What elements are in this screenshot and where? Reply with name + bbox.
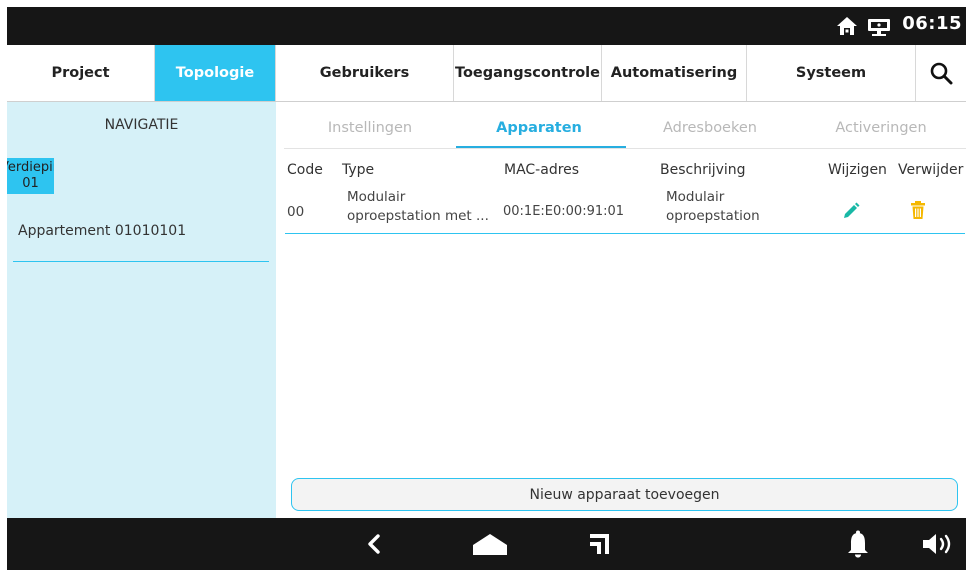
clock: 06:15 — [902, 13, 962, 34]
subtab-activeringen[interactable]: Activeringen — [826, 120, 936, 136]
floor-selector[interactable]: Verdieping 01 — [7, 158, 54, 194]
pencil-icon[interactable] — [842, 202, 860, 220]
app-window: 06:15 Project Topologie Gebruikers Toega… — [7, 7, 966, 570]
recent-apps-button[interactable] — [583, 518, 615, 570]
tab-toegangscontrole[interactable]: Toegangscontrole — [454, 45, 602, 101]
search-button[interactable] — [916, 45, 966, 101]
home-icon — [473, 534, 507, 555]
tab-gebruikers[interactable]: Gebruikers — [276, 45, 454, 101]
add-device-button[interactable]: Nieuw apparaat toevoegen — [291, 478, 958, 511]
volume-icon — [923, 534, 951, 554]
notifications-button[interactable] — [843, 518, 873, 570]
tab-automatisering[interactable]: Automatisering — [602, 45, 747, 101]
device-description-line1: Modulair — [666, 189, 725, 205]
subtab-instellingen[interactable]: Instellingen — [325, 120, 415, 136]
tab-topologie[interactable]: Topologie — [155, 45, 276, 101]
floor-number: 01 — [22, 176, 39, 191]
main-menu: Project Topologie Gebruikers Toegangscon… — [7, 45, 966, 102]
navigation-panel: NAVIGATIE Verdieping 01 Appartement 0101… — [7, 102, 276, 518]
subtabs-divider — [284, 148, 966, 149]
device-type-line2: oproepstation met ... — [347, 208, 489, 224]
tab-project[interactable]: Project — [7, 45, 155, 101]
device-type-line1: Modulair — [347, 189, 406, 205]
active-subtab-indicator — [456, 146, 626, 148]
row-divider — [285, 233, 965, 234]
column-header-description: Beschrijving — [660, 162, 746, 178]
column-header-delete: Verwijder — [898, 162, 964, 178]
back-button[interactable] — [359, 518, 389, 570]
trash-icon[interactable] — [911, 201, 925, 219]
column-header-code: Code — [287, 162, 323, 178]
status-bar: 06:15 — [7, 7, 966, 45]
volume-button[interactable] — [919, 518, 959, 570]
subtab-apparaten[interactable]: Apparaten — [484, 120, 594, 136]
network-icon — [868, 19, 890, 36]
apartment-item[interactable]: Appartement 01010101 — [18, 223, 186, 239]
system-nav-bar — [7, 518, 966, 570]
devices-panel: Instellingen Apparaten Adresboeken Activ… — [276, 102, 966, 518]
column-header-type: Type — [342, 162, 375, 178]
home-button[interactable] — [467, 518, 513, 570]
column-header-edit: Wijzigen — [828, 162, 887, 178]
recent-apps-icon — [590, 534, 609, 554]
home-icon — [837, 17, 857, 35]
device-code: 00 — [287, 204, 305, 220]
column-header-mac: MAC-adres — [504, 162, 580, 178]
device-mac: 00:1E:E0:00:91:01 — [503, 204, 625, 219]
bell-icon — [848, 530, 868, 558]
device-description-line2: oproepstation — [666, 208, 760, 224]
apartment-divider — [13, 261, 269, 262]
tab-systeem[interactable]: Systeem — [747, 45, 916, 101]
floor-label: Verdieping — [7, 160, 54, 175]
navigation-title: NAVIGATIE — [104, 117, 179, 133]
subtab-adresboeken[interactable]: Adresboeken — [655, 120, 765, 136]
back-icon — [368, 534, 380, 554]
search-icon — [930, 62, 953, 85]
